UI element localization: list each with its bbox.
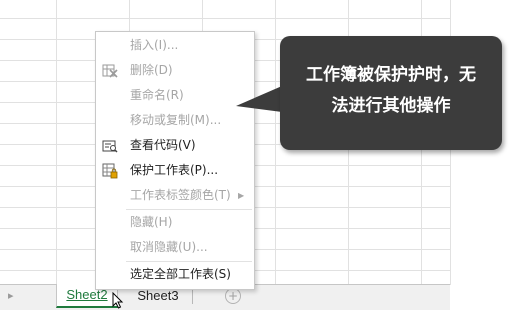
mouse-cursor-icon xyxy=(112,292,124,309)
menu-item-hide[interactable]: 隐藏(H) xyxy=(96,210,254,235)
callout-line-2: 法进行其他操作 xyxy=(331,96,451,116)
delete-sheet-icon xyxy=(102,64,118,78)
tab-label: Sheet3 xyxy=(137,288,179,303)
menu-item-label: 选定全部工作表(S) xyxy=(130,267,231,281)
menu-item-rename[interactable]: 重命名(R) xyxy=(96,83,254,108)
menu-item-unhide[interactable]: 取消隐藏(U)... xyxy=(96,235,254,260)
callout-line-1: 工作簿被保护护时，无 xyxy=(306,65,476,85)
menu-item-select-all-sheets[interactable]: 选定全部工作表(S) xyxy=(96,262,254,287)
callout-text: 工作簿被保护护时，无 法进行其他操作 xyxy=(280,60,502,122)
menu-item-label: 工作表标签颜色(T) xyxy=(130,188,231,202)
protection-callout: 工作簿被保护护时，无 法进行其他操作 xyxy=(236,36,504,154)
menu-item-label: 删除(D) xyxy=(130,63,173,77)
tab-divider xyxy=(192,289,193,304)
menu-item-label: 取消隐藏(U)... xyxy=(130,240,208,254)
add-sheet-icon[interactable]: + xyxy=(225,288,241,304)
menu-item-move-copy[interactable]: 移动或复制(M)... xyxy=(96,108,254,133)
submenu-arrow-icon: ▶ xyxy=(238,191,245,200)
menu-item-insert[interactable]: 插入(I)... xyxy=(96,33,254,58)
tab-scroll-right-icon[interactable]: ▸ xyxy=(8,289,14,302)
callout-bubble: 工作簿被保护护时，无 法进行其他操作 xyxy=(280,36,502,150)
view-code-icon xyxy=(102,140,118,153)
menu-item-delete[interactable]: 删除(D) xyxy=(96,58,254,83)
menu-item-label: 隐藏(H) xyxy=(130,215,173,229)
menu-item-label: 查看代码(V) xyxy=(130,138,196,152)
menu-item-tab-color[interactable]: 工作表标签颜色(T) ▶ xyxy=(96,183,254,208)
menu-item-label: 保护工作表(P)... xyxy=(130,163,219,177)
menu-item-protect-sheet[interactable]: 保护工作表(P)... xyxy=(96,158,254,183)
menu-item-view-code[interactable]: 查看代码(V) xyxy=(96,133,254,158)
menu-item-label: 重命名(R) xyxy=(130,88,184,102)
callout-pointer xyxy=(236,86,282,112)
menu-item-label: 移动或复制(M)... xyxy=(130,113,222,127)
sheet-context-menu: 插入(I)... 删除(D) 重命名(R) 移动或复制(M)... 查看代码(V… xyxy=(95,31,255,290)
menu-item-label: 插入(I)... xyxy=(130,38,179,52)
protect-sheet-icon xyxy=(102,163,118,179)
